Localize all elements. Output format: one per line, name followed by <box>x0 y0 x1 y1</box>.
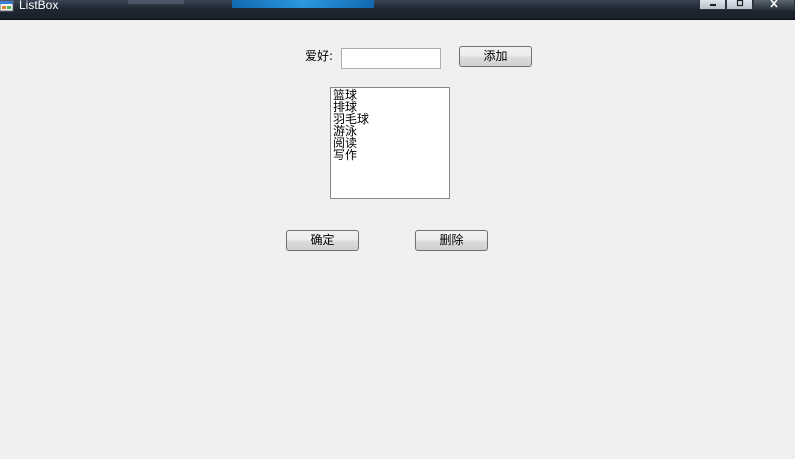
maximize-icon <box>736 0 743 7</box>
minimize-button[interactable] <box>699 0 726 10</box>
window-title: ListBox <box>19 0 59 12</box>
hobby-input[interactable] <box>341 48 441 69</box>
winforms-app-icon[interactable] <box>0 0 14 12</box>
window-controls <box>699 0 795 10</box>
title-bar[interactable]: ListBox <box>0 0 795 20</box>
title-bar-highlight <box>128 0 184 4</box>
maximize-button[interactable] <box>726 0 753 10</box>
ok-button[interactable]: 确定 <box>286 230 359 251</box>
delete-button[interactable]: 删除 <box>415 230 488 251</box>
title-bar-glow <box>232 0 374 8</box>
close-button[interactable] <box>753 0 795 10</box>
hobby-listbox[interactable]: 篮球 排球 羽毛球 游泳 阅读 写作 <box>330 87 450 199</box>
close-icon <box>770 0 778 8</box>
add-button[interactable]: 添加 <box>459 46 532 67</box>
listbox-window: ListBox 爱好: 添加 篮球 排球 羽毛球 游泳 阅读 写作 确定 删除 <box>0 0 795 459</box>
hobby-label: 爱好: <box>305 49 334 63</box>
list-item[interactable]: 写作 <box>333 149 447 161</box>
minimize-icon <box>709 4 716 6</box>
